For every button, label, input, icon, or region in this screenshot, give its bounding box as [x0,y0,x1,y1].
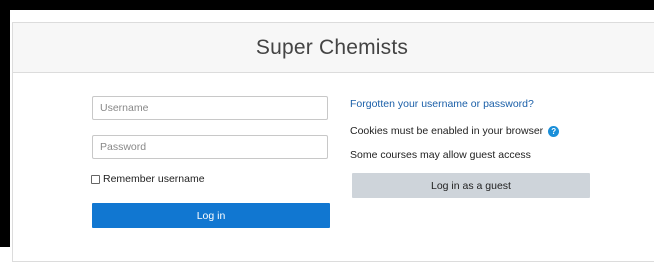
guest-access-text: Some courses may allow guest access [350,149,531,161]
help-icon[interactable]: ? [548,125,560,137]
remember-username-checkbox[interactable] [91,174,100,184]
forgot-password-link[interactable]: Forgotten your username or password? [350,98,534,110]
remember-username-label: Remember username [103,173,205,185]
cookies-notice: Cookies must be enabled in your browser … [350,125,560,137]
guest-login-button[interactable]: Log in as a guest [352,173,590,198]
username-input[interactable] [92,96,328,120]
site-title: Super Chemists [255,35,409,59]
card-header: Super Chemists [13,23,654,73]
remember-username-option[interactable]: Remember username [91,173,205,185]
cookies-text: Cookies must be enabled in your browser [350,125,544,137]
login-card: Super Chemists Remember username Log in … [12,22,654,262]
password-input[interactable] [92,135,328,159]
login-button[interactable]: Log in [92,203,330,228]
